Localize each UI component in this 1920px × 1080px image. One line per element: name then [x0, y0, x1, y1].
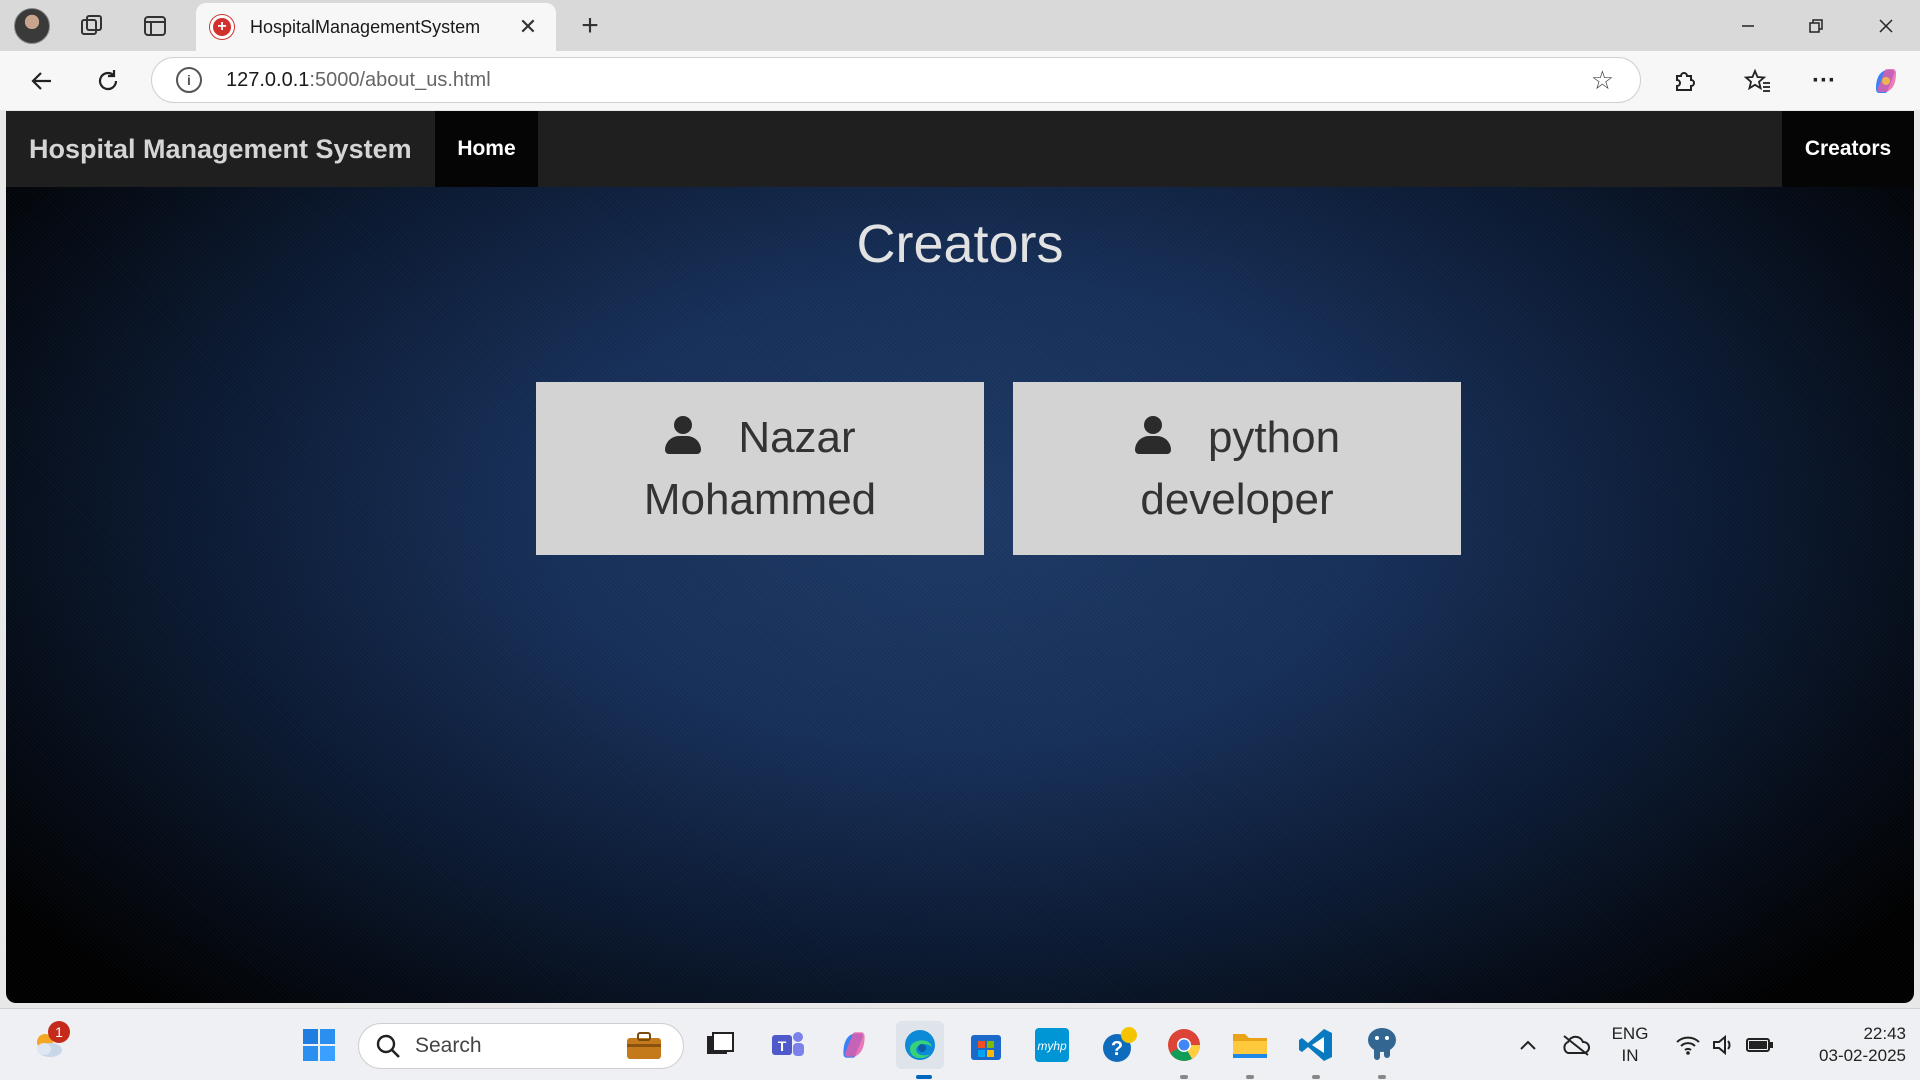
page-viewport: Hospital Management System Home Creators…	[6, 111, 1914, 1003]
url-path: :5000/about_us.html	[309, 68, 491, 91]
battery-icon[interactable]	[1740, 1025, 1780, 1065]
windows-taskbar: 1 Search T myhp ? ENG IN 22:43 03-02-202…	[0, 1008, 1920, 1080]
address-bar[interactable]: i 127.0.0.1:5000/about_us.html ☆	[151, 57, 1641, 103]
svg-text:?: ?	[1111, 1038, 1123, 1060]
nav-creators-link[interactable]: Creators	[1782, 111, 1914, 187]
tab-actions-icon[interactable]	[137, 8, 173, 44]
clock-date: 03-02-2025	[1819, 1046, 1906, 1065]
creator-card: python developer	[1013, 382, 1461, 555]
browser-tab-strip: + HospitalManagementSystem ✕ +	[0, 0, 1920, 51]
creator-card-text: python developer	[1057, 407, 1417, 531]
notification-badge: 1	[48, 1021, 70, 1043]
postgresql-icon[interactable]	[1362, 1025, 1402, 1065]
minimize-icon[interactable]	[1714, 0, 1782, 51]
profile-avatar[interactable]	[14, 8, 50, 44]
microsoft-store-icon[interactable]	[966, 1025, 1006, 1065]
url-host: 127.0.0.1	[226, 68, 310, 91]
language-code: ENG	[1611, 1024, 1649, 1043]
workspaces-icon[interactable]	[74, 8, 110, 44]
task-view-icon[interactable]	[700, 1025, 740, 1065]
postgresql-running-indicator	[1378, 1075, 1386, 1079]
nav-home-link[interactable]: Home	[435, 111, 538, 187]
file-explorer-icon[interactable]	[1230, 1025, 1270, 1065]
copilot-icon[interactable]	[1866, 61, 1906, 101]
creator-name-line2: developer	[1140, 474, 1334, 524]
show-hidden-icons-chevron-icon[interactable]	[1508, 1025, 1548, 1065]
wifi-icon[interactable]	[1668, 1025, 1708, 1065]
tab-close-icon[interactable]: ✕	[514, 14, 542, 40]
vscode-icon[interactable]	[1296, 1025, 1336, 1065]
restore-icon[interactable]	[1782, 0, 1850, 51]
user-icon	[664, 415, 702, 454]
extensions-icon[interactable]	[1664, 61, 1704, 101]
myhp-icon[interactable]: myhp	[1032, 1025, 1072, 1065]
copilot-taskbar-icon[interactable]	[834, 1025, 874, 1065]
reload-icon[interactable]	[88, 61, 128, 101]
search-icon	[376, 1034, 400, 1058]
more-options-icon[interactable]: ···	[1804, 61, 1844, 101]
tab-title: HospitalManagementSystem	[250, 16, 481, 37]
explorer-running-indicator	[1246, 1075, 1254, 1079]
vscode-running-indicator	[1312, 1075, 1320, 1079]
onedrive-offline-icon[interactable]	[1556, 1025, 1596, 1065]
region-code: IN	[1621, 1046, 1639, 1065]
svg-text:myhp: myhp	[1037, 1039, 1067, 1053]
creator-name-line1: Nazar	[738, 412, 856, 462]
url-text[interactable]: 127.0.0.1:5000/about_us.html	[226, 69, 1591, 92]
edge-icon[interactable]	[896, 1021, 944, 1069]
taskbar-search[interactable]: Search	[358, 1023, 684, 1069]
hospital-favicon-icon: +	[210, 15, 234, 39]
svg-text:T: T	[778, 1038, 787, 1054]
clock-time: 22:43	[1863, 1024, 1906, 1043]
teams-icon[interactable]: T	[768, 1025, 808, 1065]
back-arrow-icon[interactable]	[22, 61, 62, 101]
briefcase-icon	[627, 1032, 661, 1059]
favorite-star-icon[interactable]: ☆	[1591, 65, 1614, 96]
creator-name-line1: python	[1207, 412, 1341, 462]
get-help-icon[interactable]: ?	[1100, 1025, 1140, 1065]
chrome-running-indicator	[1180, 1075, 1188, 1079]
chrome-icon[interactable]	[1164, 1025, 1204, 1065]
search-label: Search	[415, 1034, 482, 1057]
site-navbar: Hospital Management System Home Creators	[6, 111, 1914, 187]
creator-name-line2: Mohammed	[643, 474, 877, 524]
site-info-icon[interactable]: i	[176, 67, 202, 93]
site-brand[interactable]: Hospital Management System	[29, 111, 412, 187]
browser-tab-active[interactable]: + HospitalManagementSystem ✕	[196, 3, 556, 51]
page-title: Creators	[856, 214, 1064, 274]
clock[interactable]: 22:43 03-02-2025	[1786, 1023, 1906, 1067]
user-icon	[1134, 415, 1172, 454]
creator-card: Nazar Mohammed	[536, 382, 984, 555]
volume-icon[interactable]	[1704, 1025, 1744, 1065]
new-tab-button[interactable]: +	[572, 8, 608, 44]
close-window-icon[interactable]	[1852, 0, 1920, 51]
windows-start-icon[interactable]	[299, 1025, 339, 1065]
language-indicator[interactable]: ENG IN	[1604, 1023, 1656, 1067]
creator-card-text: Nazar Mohammed	[580, 407, 940, 531]
browser-toolbar: i 127.0.0.1:5000/about_us.html ☆ ···	[0, 51, 1920, 110]
favorites-icon[interactable]	[1738, 61, 1778, 101]
edge-active-indicator	[916, 1075, 932, 1079]
